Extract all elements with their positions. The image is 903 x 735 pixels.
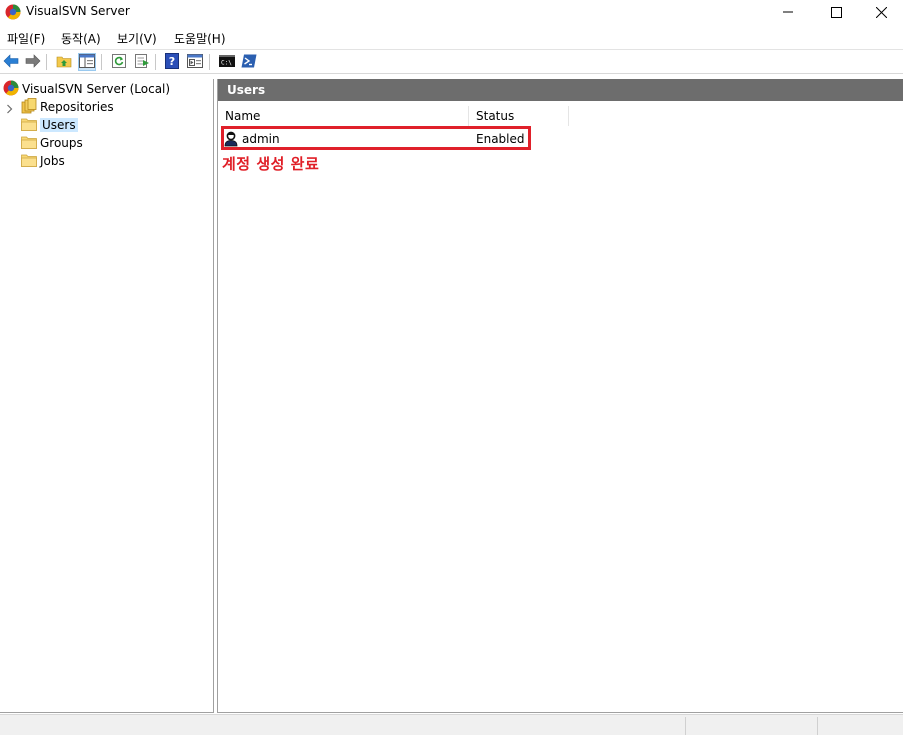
toolbar-separator [155,54,156,70]
visualsvn-logo-icon [3,80,19,99]
window-title: VisualSVN Server [26,4,130,18]
back-arrow-icon [3,53,19,71]
export-list-button[interactable] [133,53,151,71]
command-prompt-icon: C:\ [219,54,235,70]
folder-icon [21,153,37,170]
annotation-highlight-box [221,126,531,150]
tree-item-repositories[interactable]: Repositories [21,97,114,117]
menu-help[interactable]: 도움말(H) [174,30,226,47]
toolbar: ? C:\ [0,49,903,74]
pane-header-title: Users [218,79,903,101]
menu-file[interactable]: 파일(F) [7,30,45,47]
folder-icon [21,117,37,134]
folder-icon [21,135,37,152]
users-list-pane: Users Name Status admin Enabled 계정 생성 완료 [217,79,903,713]
column-header-status[interactable]: Status [469,106,569,126]
show-hide-tree-button[interactable] [78,53,96,71]
refresh-button[interactable] [110,53,128,71]
tree-item-jobs[interactable]: Jobs [21,152,65,170]
tree-item-label: Users [40,118,78,132]
close-button[interactable] [858,0,903,24]
menu-view[interactable]: 보기(V) [117,30,157,47]
visualsvn-logo-icon [5,4,21,20]
navigation-tree: VisualSVN Server (Local) Repositories Us… [0,79,214,713]
tree-item-label: Groups [40,136,83,150]
powershell-icon [241,54,257,71]
menu-action[interactable]: 동작(A) [61,30,101,47]
menu-bar: 파일(F) 동작(A) 보기(V) 도움말(H) [0,26,903,48]
tree-item-label: Jobs [40,154,65,168]
tree-item-groups[interactable]: Groups [21,134,83,152]
tree-item-label: Repositories [40,100,114,114]
minimize-button[interactable] [765,0,811,24]
up-one-level-button[interactable] [55,53,73,71]
tree-root-visualsvn-server[interactable]: VisualSVN Server (Local) [3,80,170,98]
powershell-button[interactable] [240,53,258,71]
column-headers: Name Status [218,106,903,126]
column-header-name[interactable]: Name [218,106,469,126]
forward-arrow-icon [25,53,41,71]
help-button[interactable]: ? [163,52,181,72]
up-folder-icon [56,54,72,71]
svg-text:?: ? [169,55,175,68]
help-icon: ? [165,52,179,72]
status-bar [0,714,903,735]
svg-text:C:\: C:\ [221,59,232,66]
properties-view-icon [187,53,203,71]
chevron-right-icon[interactable] [6,103,13,117]
show-hide-tree-icon [79,53,95,71]
toolbar-separator [46,54,47,70]
maximize-button[interactable] [813,0,859,24]
forward-button[interactable] [24,53,42,71]
toolbar-separator [101,54,102,70]
status-bar-separator [817,717,818,735]
status-bar-separator [685,717,686,735]
toolbar-separator [209,54,210,70]
back-button[interactable] [2,53,20,71]
export-list-icon [134,53,150,72]
repositories-icon [21,97,37,117]
title-bar: VisualSVN Server [0,0,903,25]
refresh-icon [111,53,127,72]
properties-button[interactable] [186,53,204,71]
annotation-text: 계정 생성 완료 [222,155,320,173]
command-prompt-button[interactable]: C:\ [218,53,236,71]
tree-root-label: VisualSVN Server (Local) [22,82,171,96]
tree-item-users[interactable]: Users [21,116,78,134]
